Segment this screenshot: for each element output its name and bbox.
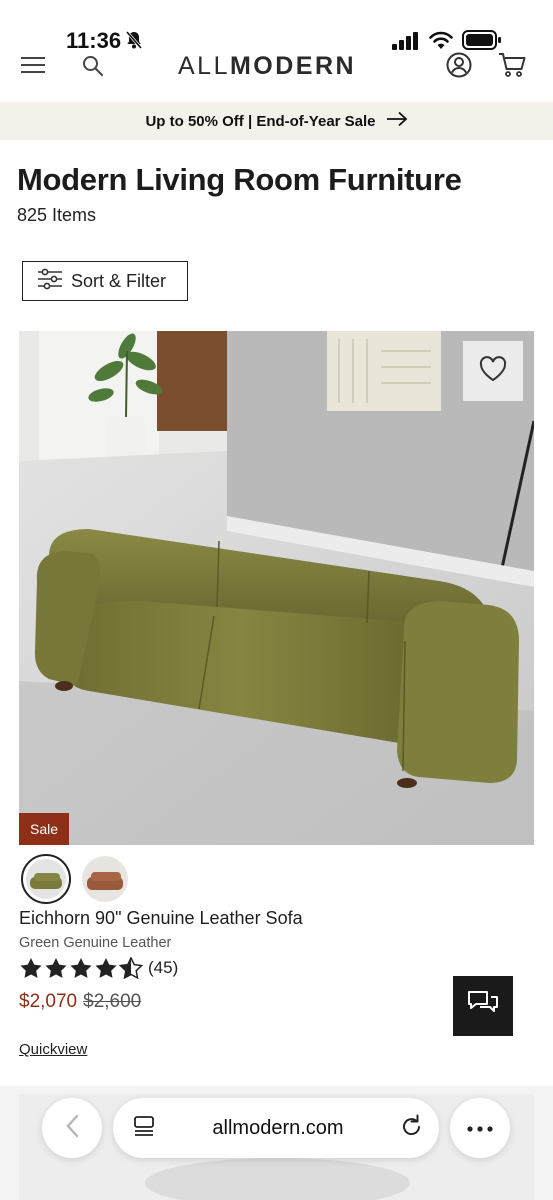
bell-slash-icon	[124, 30, 144, 55]
star-icon	[70, 958, 92, 978]
more-button[interactable]	[450, 1098, 510, 1158]
chat-button[interactable]	[453, 976, 513, 1036]
star-icon	[20, 958, 42, 978]
swatch-green[interactable]	[21, 854, 71, 904]
quickview-link[interactable]: Quickview	[19, 1041, 87, 1058]
star-icon	[45, 958, 67, 978]
product-variant: Green Genuine Leather	[19, 935, 172, 951]
product-image[interactable]	[19, 331, 534, 845]
favorite-button[interactable]	[463, 341, 523, 401]
signal-icon	[392, 32, 420, 55]
review-count[interactable]: (45)	[148, 958, 178, 978]
star-half-icon	[119, 957, 143, 979]
status-time: 11:36	[66, 28, 122, 53]
product-name[interactable]: Eichhorn 90" Genuine Leather Sofa	[19, 908, 303, 929]
rating-stars: (45)	[19, 957, 178, 979]
logo[interactable]: ALLMODERN	[178, 52, 356, 81]
promo-banner[interactable]: Up to 50% Off | End-of-Year Sale	[0, 102, 553, 140]
url-text: allmodern.com	[212, 1116, 344, 1139]
cart-icon[interactable]	[498, 52, 526, 83]
back-chevron-icon	[65, 1114, 79, 1143]
status-bar: 11:36	[0, 0, 553, 56]
swatch-brown[interactable]	[82, 856, 128, 902]
price-row: $2,070 $2,600	[19, 991, 141, 1013]
back-button[interactable]	[42, 1098, 102, 1158]
more-icon	[467, 1119, 493, 1137]
menu-icon[interactable]	[20, 55, 46, 80]
sort-filter-button[interactable]: Sort & Filter	[22, 261, 188, 301]
tabs-icon[interactable]	[133, 1115, 155, 1142]
logo-thin-text: ALL	[178, 52, 230, 80]
arrow-right-icon	[386, 111, 408, 132]
account-icon[interactable]	[446, 52, 472, 83]
reload-icon[interactable]	[401, 1114, 423, 1143]
page-title: Modern Living Room Furniture	[17, 162, 462, 197]
next-product-image	[145, 1158, 410, 1200]
logo-bold-text: MODERN	[229, 52, 357, 80]
swatch-brown-image	[82, 856, 128, 902]
search-icon[interactable]	[82, 55, 104, 82]
item-count: 825 Items	[17, 205, 97, 225]
original-price: $2,600	[83, 991, 142, 1012]
heart-icon	[479, 355, 507, 387]
chat-icon	[467, 990, 499, 1023]
sort-filter-label: Sort & Filter	[71, 270, 167, 291]
sliders-icon	[37, 268, 63, 295]
swatch-green-image	[26, 859, 66, 899]
sale-price: $2,070	[19, 991, 78, 1012]
star-icon	[95, 958, 117, 978]
promo-text: Up to 50% Off | End-of-Year Sale	[145, 112, 376, 130]
address-bar[interactable]: allmodern.com	[113, 1098, 439, 1158]
sale-badge: Sale	[19, 813, 69, 845]
